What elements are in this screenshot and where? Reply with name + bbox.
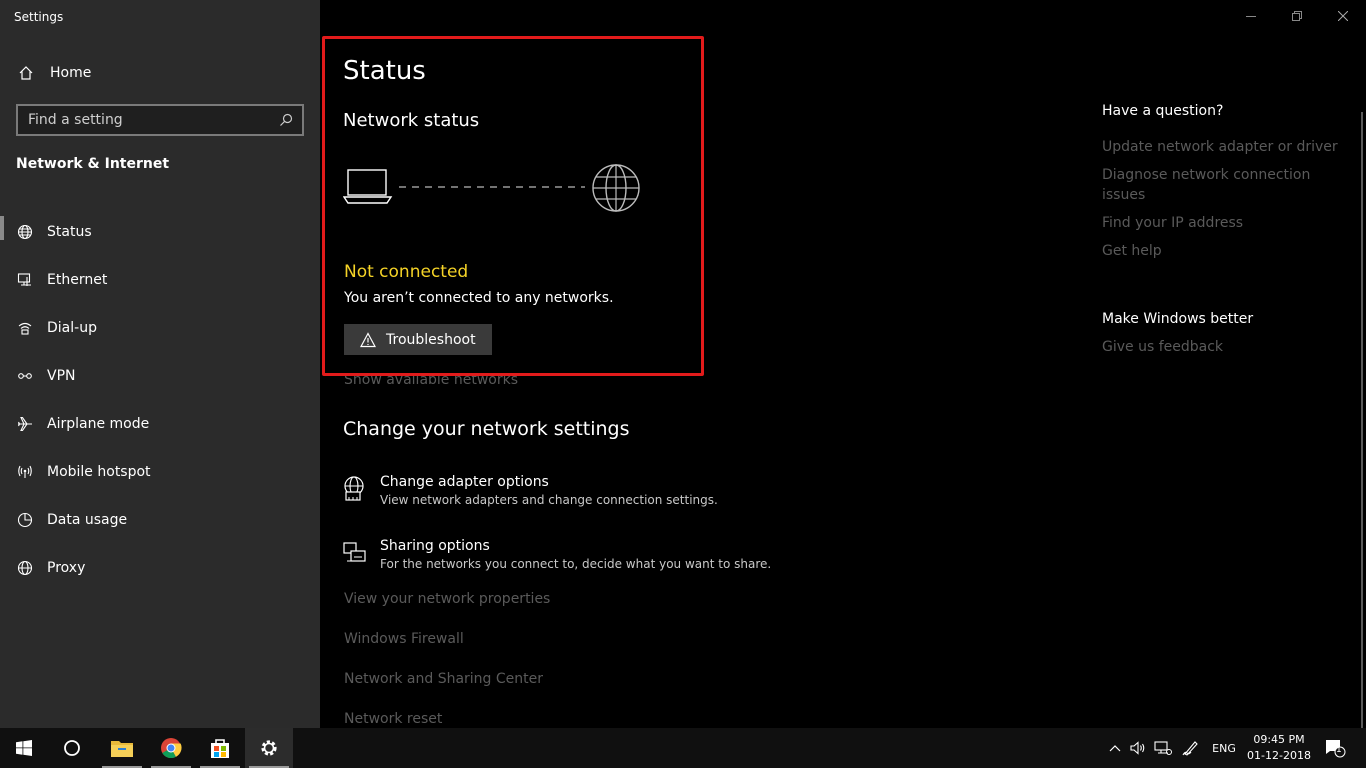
scrollbar[interactable] [1361, 112, 1363, 728]
sidebar-item-vpn[interactable]: VPN [0, 352, 320, 400]
sidebar-item-label: Airplane mode [47, 416, 150, 432]
data-usage-icon [16, 511, 34, 529]
option-title: Sharing options [380, 538, 490, 554]
sidebar-item-label: Ethernet [47, 272, 108, 288]
store-button[interactable] [196, 728, 244, 768]
network-tray-button[interactable] [1150, 728, 1176, 768]
pen-icon [1182, 741, 1198, 756]
folder-icon [111, 741, 133, 757]
sidebar-nav: Status Ethernet Dial-up VPN Airplane mod… [0, 208, 320, 592]
hotspot-icon [16, 463, 34, 481]
minimize-button[interactable] [1228, 0, 1274, 32]
show-hidden-icons-button[interactable] [1104, 728, 1126, 768]
sidebar-item-label: Data usage [47, 512, 128, 528]
gear-icon [261, 740, 277, 756]
clock-time: 09:45 PM [1253, 733, 1305, 746]
taskbar: ENG 09:45 PM 01-12-2018 1 [0, 728, 1366, 768]
get-help-link[interactable]: Get help [1102, 241, 1342, 261]
chrome-button[interactable] [147, 728, 195, 768]
sharing-icon [343, 540, 367, 564]
restore-button[interactable] [1274, 0, 1320, 32]
file-explorer-button[interactable] [98, 728, 146, 768]
option-title: Change adapter options [380, 474, 549, 490]
highlight-box [322, 36, 704, 376]
language-indicator[interactable]: ENG [1206, 728, 1242, 768]
adapter-icon [343, 476, 367, 501]
volume-icon [1130, 741, 1145, 755]
give-feedback-link[interactable]: Give us feedback [1102, 337, 1342, 357]
notification-icon [1326, 740, 1346, 758]
make-windows-better-title: Make Windows better [1102, 311, 1254, 327]
sidebar-item-data-usage[interactable]: Data usage [0, 496, 320, 544]
network-sharing-center-link[interactable]: Network and Sharing Center [344, 671, 543, 687]
ethernet-icon [16, 271, 34, 289]
clock[interactable]: 09:45 PM 01-12-2018 [1240, 732, 1318, 764]
sidebar-item-label: VPN [47, 368, 76, 384]
sidebar-item-proxy[interactable]: Proxy [0, 544, 320, 592]
sidebar-item-ethernet[interactable]: Ethernet [0, 256, 320, 304]
find-ip-link[interactable]: Find your IP address [1102, 213, 1342, 233]
have-a-question-title: Have a question? [1102, 103, 1224, 119]
globe-icon [16, 223, 34, 241]
cortana-icon [64, 740, 80, 756]
pen-workspace-button[interactable] [1178, 728, 1204, 768]
close-icon [1338, 11, 1348, 21]
start-button[interactable] [0, 728, 48, 768]
cortana-button[interactable] [48, 728, 96, 768]
sidebar-item-airplane-mode[interactable]: Airplane mode [0, 400, 320, 448]
option-desc: For the networks you connect to, decide … [380, 557, 772, 571]
proxy-icon [16, 559, 34, 577]
update-adapter-link[interactable]: Update network adapter or driver [1102, 137, 1342, 157]
change-settings-title: Change your network settings [343, 418, 630, 440]
volume-button[interactable] [1126, 728, 1150, 768]
sidebar-item-status[interactable]: Status [0, 208, 320, 256]
network-disconnected-icon [1154, 741, 1172, 755]
home-button[interactable]: Home [16, 62, 91, 84]
sidebar-item-mobile-hotspot[interactable]: Mobile hotspot [0, 448, 320, 496]
dialup-icon [16, 319, 34, 337]
network-reset-link[interactable]: Network reset [344, 711, 442, 727]
option-desc: View network adapters and change connect… [380, 493, 718, 507]
search-input[interactable] [28, 112, 278, 128]
sharing-options[interactable]: Sharing options For the networks you con… [343, 538, 771, 571]
airplane-icon [16, 415, 34, 433]
sidebar-item-label: Dial-up [47, 320, 97, 336]
sidebar-item-dialup[interactable]: Dial-up [0, 304, 320, 352]
chevron-up-icon [1109, 745, 1121, 752]
clock-date: 01-12-2018 [1247, 749, 1311, 762]
search-box[interactable] [16, 104, 304, 136]
sidebar-item-label: Status [47, 224, 92, 240]
windows-firewall-link[interactable]: Windows Firewall [344, 631, 464, 647]
sidebar: Settings Home Network & Internet Status … [0, 0, 320, 728]
diagnose-link[interactable]: Diagnose network connection issues [1102, 165, 1342, 205]
close-button[interactable] [1320, 0, 1366, 32]
windows-logo-icon [16, 740, 32, 756]
settings-taskbar-button[interactable] [245, 728, 293, 768]
sidebar-item-label: Proxy [47, 560, 86, 576]
home-icon [16, 63, 36, 83]
section-title: Network & Internet [16, 156, 170, 172]
restore-icon [1292, 11, 1302, 21]
action-center-button[interactable]: 1 [1320, 728, 1350, 768]
home-label: Home [50, 65, 92, 81]
notification-count: 1 [1336, 745, 1342, 755]
vpn-icon [16, 367, 34, 385]
minimize-icon [1246, 16, 1256, 17]
view-network-properties-link[interactable]: View your network properties [344, 591, 550, 607]
chrome-icon [161, 738, 182, 759]
app-title: Settings [14, 10, 64, 24]
sidebar-item-label: Mobile hotspot [47, 464, 151, 480]
change-adapter-options[interactable]: Change adapter options View network adap… [343, 474, 718, 507]
search-icon[interactable] [278, 112, 294, 128]
store-icon [211, 739, 229, 758]
